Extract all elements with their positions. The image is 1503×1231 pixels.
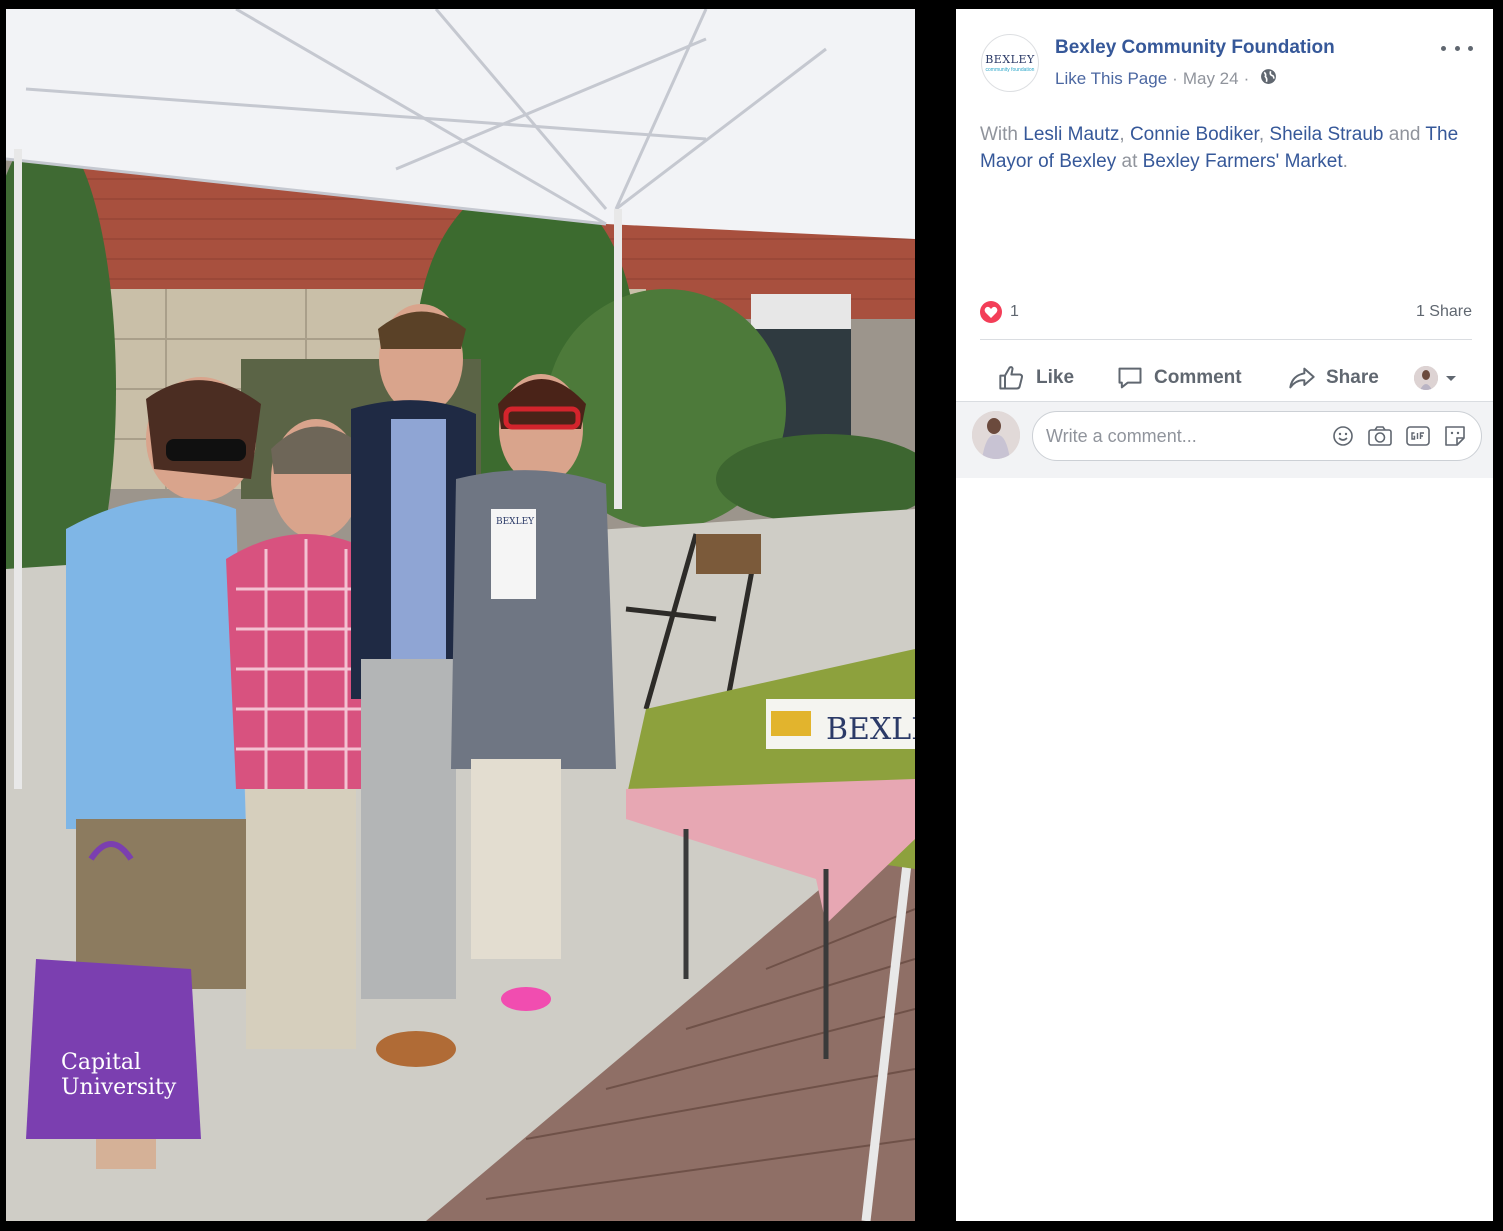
emoji-icon[interactable] bbox=[1331, 424, 1355, 448]
post-photo[interactable]: BEXLE Capital University bbox=[6, 9, 915, 1221]
tagged-lesli-mautz[interactable]: Lesli Mautz bbox=[1023, 124, 1119, 145]
globe-icon[interactable] bbox=[1260, 68, 1277, 90]
gif-icon[interactable] bbox=[1405, 424, 1431, 448]
bag-text-line2: University bbox=[61, 1075, 177, 1100]
text-with: With bbox=[980, 124, 1018, 145]
like-button[interactable]: Like bbox=[998, 364, 1074, 392]
comment-placeholder: Write a comment... bbox=[1046, 425, 1197, 446]
share-label: Share bbox=[1326, 367, 1379, 388]
reaction-count: 1 bbox=[1010, 303, 1019, 320]
sticker-icon[interactable] bbox=[1443, 424, 1467, 448]
location-link[interactable]: Bexley Farmers' Market bbox=[1143, 151, 1343, 172]
period: . bbox=[1342, 151, 1348, 172]
comma: , bbox=[1119, 124, 1125, 145]
text-and: and bbox=[1388, 124, 1421, 145]
logo-subtext: community foundation bbox=[985, 67, 1035, 73]
audience-selector[interactable] bbox=[1414, 366, 1468, 390]
share-count[interactable]: 1 Share bbox=[1416, 303, 1472, 321]
tagged-sheila-straub[interactable]: Sheila Straub bbox=[1269, 124, 1383, 145]
heart-icon bbox=[980, 301, 1002, 323]
divider bbox=[980, 339, 1472, 340]
meta-separator: · bbox=[1172, 69, 1178, 88]
post-date[interactable]: May 24 bbox=[1183, 69, 1239, 89]
post-panel: BEXLEY community foundation Bexley Commu… bbox=[956, 9, 1493, 1221]
reactions-bar: 1 1 Share bbox=[980, 300, 1472, 324]
share-icon bbox=[1289, 367, 1315, 389]
commenter-avatar[interactable] bbox=[972, 411, 1020, 459]
comment-icon bbox=[1118, 367, 1142, 389]
text-at: at bbox=[1121, 151, 1138, 172]
tagged-connie-bodiker[interactable]: Connie Bodiker bbox=[1130, 124, 1259, 145]
post-header: BEXLEY community foundation Bexley Commu… bbox=[956, 9, 1493, 109]
comment-input[interactable]: Write a comment... bbox=[1032, 411, 1482, 461]
comment-tools bbox=[1319, 424, 1467, 448]
page-avatar[interactable]: BEXLEY community foundation bbox=[981, 34, 1039, 92]
camera-icon[interactable] bbox=[1367, 424, 1393, 448]
like-icon bbox=[999, 366, 1024, 390]
more-icon[interactable] bbox=[1441, 37, 1473, 59]
like-page-link[interactable]: Like This Page bbox=[1055, 69, 1167, 89]
reaction-summary[interactable]: 1 bbox=[980, 301, 1019, 323]
photo-illustration: BEXLE Capital University bbox=[6, 9, 915, 1221]
share-button[interactable]: Share bbox=[1288, 364, 1379, 392]
post-meta: Like This Page · May 24 · bbox=[1055, 68, 1277, 90]
action-bar: Like Comment Share bbox=[980, 349, 1472, 407]
table-sign-text: BEXLE bbox=[826, 712, 915, 747]
comment-button[interactable]: Comment bbox=[1116, 364, 1242, 392]
logo-text: BEXLEY bbox=[985, 53, 1035, 66]
meta-separator-2: · bbox=[1243, 69, 1250, 88]
avatar bbox=[1414, 366, 1438, 390]
brochure-text: BEXLEY bbox=[496, 517, 535, 527]
post-message: With Lesli Mautz, Connie Bodiker, Sheila… bbox=[980, 121, 1480, 175]
comment-composer: Write a comment... bbox=[956, 401, 1493, 478]
bag-text-line1: Capital bbox=[61, 1050, 141, 1075]
chevron-down-icon bbox=[1446, 376, 1456, 381]
like-label: Like bbox=[1036, 367, 1075, 388]
comment-label: Comment bbox=[1154, 367, 1242, 388]
page-name-link[interactable]: Bexley Community Foundation bbox=[1055, 37, 1335, 59]
comma: , bbox=[1258, 124, 1265, 145]
